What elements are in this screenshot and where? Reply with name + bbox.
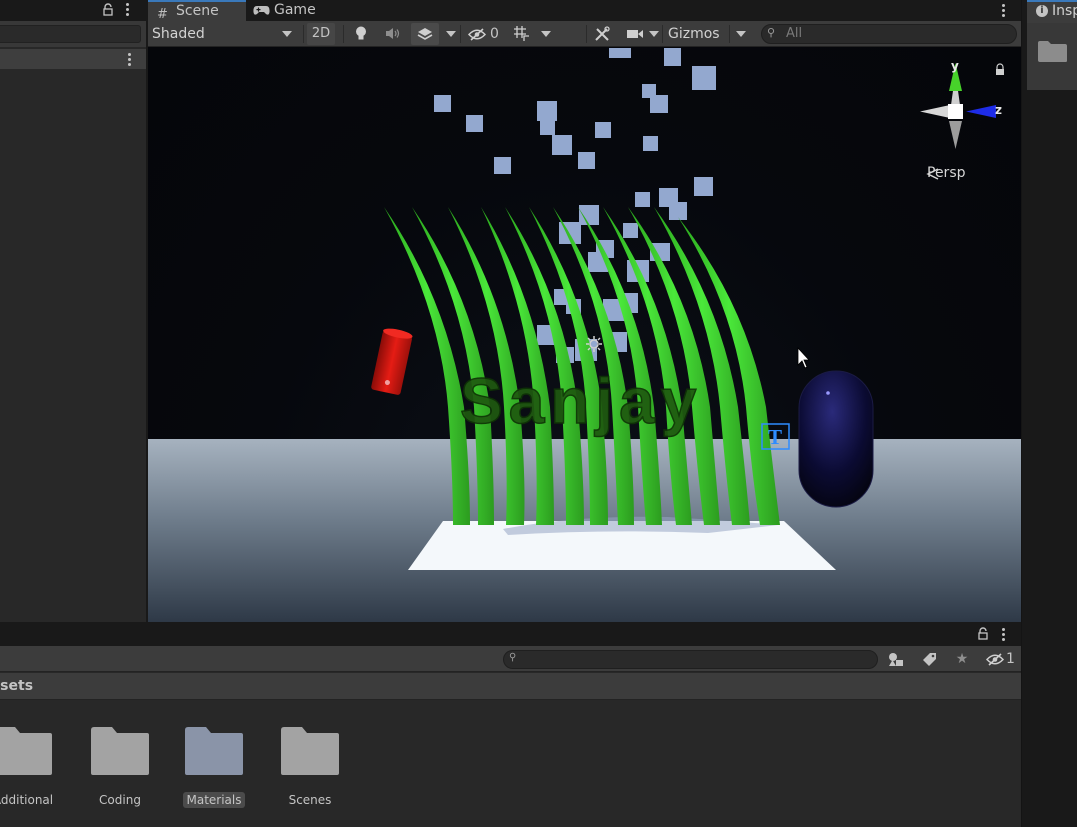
folder-name: Scenes <box>288 793 332 807</box>
search-by-label-button[interactable] <box>917 648 941 670</box>
project-toolbar: ⚲ ★ 1 <box>0 646 1021 672</box>
scene-render: Sanjay T <box>148 48 1021 622</box>
folder-icon <box>0 727 52 775</box>
breadcrumb-assets[interactable]: Assets <box>0 678 33 694</box>
tab-inspector[interactable]: i Inspector <box>1027 0 1077 23</box>
scene-viewport[interactable]: Sanjay T y z Persp <box>148 47 1021 622</box>
breadcrumb: Assets <box>0 673 1021 700</box>
gizmos-chevron-icon[interactable] <box>736 31 746 37</box>
lock-icon[interactable] <box>103 3 113 16</box>
svg-text:T: T <box>768 425 782 449</box>
lighting-toggle-button[interactable] <box>347 23 375 45</box>
folder-item-additional[interactable]: Additional <box>0 726 58 816</box>
folder-name: Additional <box>0 793 54 807</box>
effects-dropdown-icon[interactable] <box>446 31 456 37</box>
tools-button[interactable] <box>590 23 614 45</box>
orientation-gizmo <box>920 63 996 149</box>
tab-scene[interactable]: # Scene <box>148 0 246 22</box>
gizmos-label: Gizmos <box>668 26 720 42</box>
tag-icon <box>922 653 936 666</box>
axis-y-label: y <box>951 59 959 73</box>
tab-game[interactable]: Game <box>246 0 332 21</box>
toggle-2d-label: 2D <box>311 26 331 41</box>
gizmo-lock-icon <box>996 63 1004 75</box>
camera-button[interactable] <box>622 23 648 45</box>
shapes-icon <box>889 653 903 666</box>
project-panel: ⚲ ★ 1 Assets Additional <box>0 622 1021 827</box>
folder-item-coding[interactable]: Coding <box>85 726 155 816</box>
scene-toolbar: Shaded 2D 0 Gizmos ⚲ All <box>148 21 1021 47</box>
camera-dropdown-icon[interactable] <box>649 31 659 37</box>
folder-icon <box>281 727 339 775</box>
project-lock-icon[interactable] <box>978 627 988 640</box>
search-icon: ⚲ <box>509 652 517 663</box>
folder-icon <box>91 727 149 775</box>
hierarchy-toolbar <box>0 21 146 47</box>
project-tab-bar <box>0 622 1021 646</box>
project-search-input[interactable]: ⚲ <box>503 650 878 669</box>
project-menu-icon[interactable] <box>1002 628 1006 643</box>
grid-toggle-button[interactable] <box>508 23 534 45</box>
scene-row-menu-icon[interactable] <box>128 53 132 68</box>
hidden-objects-button[interactable]: 0 <box>466 23 502 45</box>
scene-tab-bar: # Scene Game <box>148 0 1021 22</box>
search-icon: ⚲ <box>767 26 776 39</box>
shading-mode-value: Shaded <box>152 26 205 42</box>
tools-icon <box>595 26 610 41</box>
chevron-down-icon <box>282 31 292 37</box>
blue-capsule <box>798 370 874 508</box>
red-cylinder <box>371 328 413 395</box>
game-controller-icon <box>253 6 270 15</box>
folder-name: Materials <box>183 792 245 808</box>
grid-icon <box>513 26 529 41</box>
layers-icon <box>417 28 433 40</box>
lightbulb-icon <box>356 26 366 40</box>
folder-name: Coding <box>99 793 141 807</box>
eye-slash-icon <box>986 653 1004 666</box>
grid-dropdown-icon[interactable] <box>541 31 551 37</box>
hidden-packages-button[interactable]: 1 <box>984 648 1018 670</box>
folder-icon <box>185 727 243 775</box>
favorites-button[interactable]: ★ <box>950 648 974 670</box>
effects-toggle-button[interactable] <box>411 23 439 45</box>
camera-icon <box>627 30 643 38</box>
shading-mode-dropdown[interactable]: Shaded <box>152 24 296 44</box>
scene-view: # Scene Game Shaded 2D 0 Gizmos ⚲ All Sa… <box>148 0 1021 622</box>
hidden-count: 0 <box>490 26 499 42</box>
projection-label[interactable]: Persp <box>927 165 966 181</box>
tab-scene-label: Scene <box>176 3 219 19</box>
axis-z-label: z <box>995 103 1002 117</box>
scene-search-placeholder: All <box>786 26 803 41</box>
info-icon: i <box>1036 5 1048 17</box>
hierarchy-scene-row[interactable] <box>0 49 146 69</box>
hierarchy-tab-bar <box>0 0 146 21</box>
hidden-packages-count: 1 <box>1006 651 1015 667</box>
tab-inspector-label: Inspector <box>1052 3 1077 19</box>
inspector-body <box>1027 23 1077 90</box>
inspector-panel: i Inspector <box>1021 0 1077 827</box>
audio-toggle-button[interactable] <box>379 23 407 45</box>
hierarchy-panel <box>0 0 146 622</box>
scene-menu-icon[interactable] <box>1002 4 1006 19</box>
sanjay-3d-text: Sanjay <box>460 365 702 437</box>
folder-item-scenes[interactable]: Scenes <box>275 726 345 816</box>
scene-search-input[interactable]: ⚲ All <box>761 24 1017 44</box>
star-icon: ★ <box>955 651 969 667</box>
tab-game-label: Game <box>274 2 316 18</box>
eye-slash-icon <box>468 28 486 41</box>
hierarchy-menu-icon[interactable] <box>126 3 130 18</box>
toggle-2d-button[interactable]: 2D <box>307 23 335 45</box>
mouse-cursor-icon <box>797 346 810 369</box>
folder-icon <box>1038 41 1067 62</box>
folder-item-materials[interactable]: Materials <box>179 726 249 816</box>
search-by-type-button[interactable] <box>884 648 908 670</box>
speaker-icon <box>386 28 400 39</box>
hierarchy-search-input[interactable] <box>0 25 141 43</box>
